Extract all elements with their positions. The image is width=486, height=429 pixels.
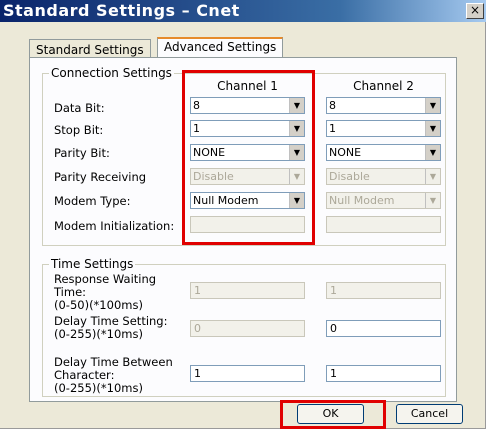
- response-waiting-label: Response Waiting Time: (0-50)(*100ms): [54, 272, 157, 312]
- ch1-response-waiting-field: 1: [190, 282, 305, 299]
- chevron-down-icon[interactable]: ▼: [425, 121, 440, 136]
- data-bit-label: Data Bit:: [54, 101, 105, 115]
- tab-advanced-settings[interactable]: Advanced Settings: [157, 37, 284, 58]
- ch1-delay-between-char-value: 1: [194, 367, 201, 380]
- modem-init-label: Modem Initialization:: [54, 219, 175, 233]
- ch2-modem-type-value: Null Modem: [329, 194, 395, 207]
- delay-between-char-label: Delay Time Between Character: (0-255)(*10…: [54, 355, 173, 395]
- ch2-stop-bit-select[interactable]: 1 ▼: [326, 120, 441, 137]
- ch2-parity-receiving-value: Disable: [329, 170, 370, 183]
- modem-type-label: Modem Type:: [54, 194, 131, 208]
- ch2-modem-init-field: [326, 216, 441, 233]
- time-settings-title: Time Settings: [49, 257, 136, 271]
- ch2-parity-bit-select[interactable]: NONE ▼: [326, 144, 441, 161]
- ch2-response-waiting-value: 1: [330, 284, 337, 297]
- window-title: Standard Settings – Cnet: [3, 1, 240, 20]
- parity-receiving-label: Parity Receiving: [54, 170, 147, 184]
- ch1-delay-between-char-field[interactable]: 1: [190, 365, 305, 382]
- ch2-delay-between-char-value: 1: [330, 367, 337, 380]
- ch1-response-waiting-value: 1: [194, 284, 201, 297]
- parity-bit-label: Parity Bit:: [54, 146, 110, 160]
- ok-button-highlight: [280, 400, 386, 429]
- settings-dialog: Standard Settings – Cnet × Standard Sett…: [0, 0, 486, 429]
- ch2-delay-time-value: 0: [330, 322, 337, 335]
- close-button[interactable]: ×: [466, 3, 484, 19]
- ch2-delay-between-char-field[interactable]: 1: [326, 365, 441, 382]
- ch2-modem-type-select: Null Modem ▼: [326, 192, 441, 209]
- ch2-stop-bit-value: 1: [329, 122, 336, 135]
- ch1-delay-time-field: 0: [190, 320, 305, 337]
- delay-time-label: Delay Time Setting: (0-255)(*10ms): [54, 314, 168, 341]
- title-bar[interactable]: Standard Settings – Cnet ×: [0, 0, 486, 22]
- chevron-down-icon[interactable]: ▼: [425, 98, 440, 113]
- ch1-delay-time-value: 0: [194, 322, 201, 335]
- stop-bit-label: Stop Bit:: [54, 123, 104, 137]
- ch2-response-waiting-field: 1: [326, 282, 441, 299]
- cancel-button[interactable]: Cancel: [396, 404, 463, 424]
- ch2-parity-bit-value: NONE: [329, 146, 362, 159]
- connection-settings-title: Connection Settings: [49, 66, 174, 80]
- ch2-data-bit-select[interactable]: 8 ▼: [326, 97, 441, 114]
- chevron-down-icon: ▼: [425, 169, 440, 184]
- chevron-down-icon: ▼: [425, 193, 440, 208]
- advanced-settings-panel: Connection Settings Channel 1 Channel 2 …: [29, 57, 457, 402]
- ch2-delay-time-field[interactable]: 0: [326, 320, 441, 337]
- ch2-parity-receiving-select: Disable ▼: [326, 168, 441, 185]
- tab-standard-settings[interactable]: Standard Settings: [29, 39, 151, 57]
- channel-1-highlight: [182, 70, 315, 245]
- chevron-down-icon[interactable]: ▼: [425, 145, 440, 160]
- ch2-data-bit-value: 8: [329, 99, 336, 112]
- channel-2-header: Channel 2: [353, 79, 414, 93]
